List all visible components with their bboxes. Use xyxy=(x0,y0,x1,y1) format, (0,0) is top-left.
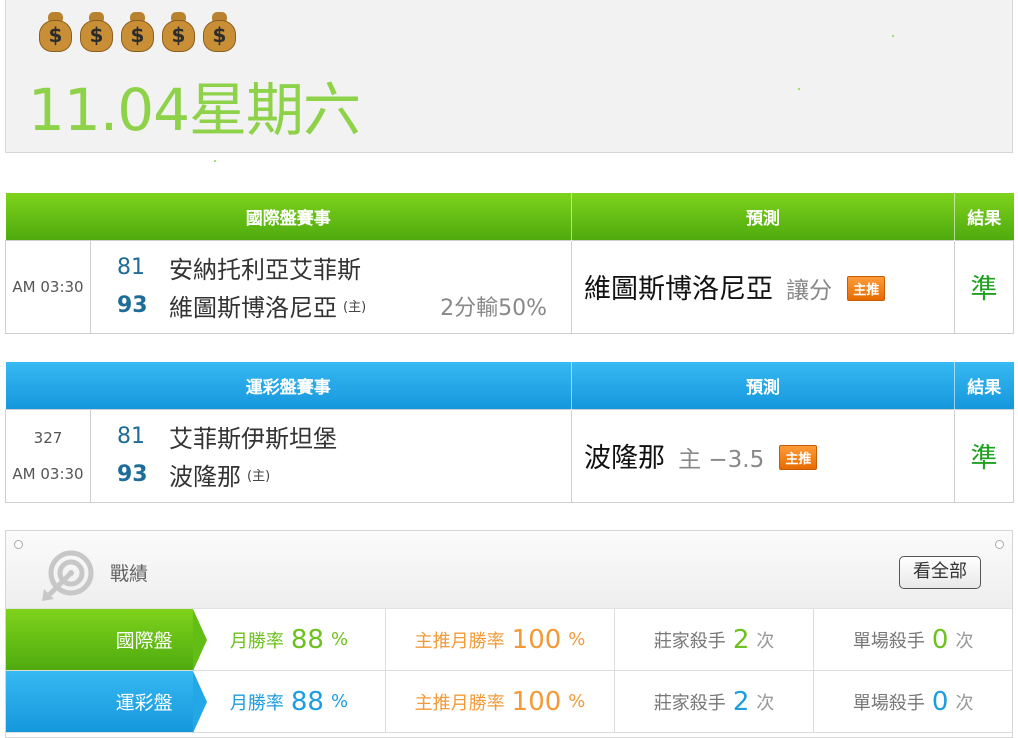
away-team: 安納托利亞艾菲斯 xyxy=(169,256,361,284)
international-match-table: 國際盤賽事 預測 結果 AM 03:30 81 安納托利亞艾菲斯 93 維圖斯博… xyxy=(5,193,1014,334)
pin-icon xyxy=(995,540,1004,549)
monthly-winrate: 月勝率 88 % xyxy=(229,624,349,655)
view-all-button[interactable]: 看全部 xyxy=(899,556,981,589)
prediction-team: 波隆那 xyxy=(584,443,665,474)
page-date: 11.04星期六 xyxy=(28,76,361,144)
recommend-badge: 主推 xyxy=(847,276,886,301)
odds-note: 2分輸50% xyxy=(440,295,547,321)
stat-row-international: 國際盤 月勝率 88 % 主推月勝率 100 % 莊家殺手 2 次 單場殺手 0… xyxy=(6,609,1012,671)
home-marker: (主) xyxy=(247,469,271,484)
sparkle-decoration xyxy=(214,160,216,162)
monthly-winrate: 月勝率 88 % xyxy=(229,686,349,717)
home-score: 93 xyxy=(117,293,148,318)
recommend-badge: 主推 xyxy=(779,445,818,470)
match-teams: 81 艾菲斯伊斯坦堡 93 波隆那 (主) xyxy=(90,408,572,503)
dealer-killer: 莊家殺手 2 次 xyxy=(613,609,814,670)
header-result: 結果 xyxy=(954,193,1014,240)
money-bag-icon: $ xyxy=(120,12,155,52)
result-status: 準 xyxy=(954,408,1014,503)
match-time: 327 AM 03:30 xyxy=(5,408,91,503)
match-code: 327 xyxy=(33,428,63,447)
header-match: 運彩盤賽事 xyxy=(5,362,572,409)
away-score: 81 xyxy=(117,424,145,449)
match-time: AM 03:30 xyxy=(5,239,91,334)
money-bag-rating: $ $ $ $ $ xyxy=(38,12,237,52)
date-header: $ $ $ $ $ 11.04星期六 xyxy=(5,0,1013,162)
prediction-cell: 維圖斯博洛尼亞 讓分 主推 xyxy=(571,239,955,334)
header-prediction: 預測 xyxy=(571,362,955,409)
main-pick-winrate: 主推月勝率 100 % xyxy=(385,609,614,670)
stat-row-label: 運彩盤 xyxy=(6,671,207,733)
prediction-type: 主 −3.5 xyxy=(678,447,765,473)
record-panel: 戰績 看全部 國際盤 月勝率 88 % 主推月勝率 100 % 莊家殺手 2 次… xyxy=(5,530,1013,738)
home-team: 維圖斯博洛尼亞 xyxy=(169,294,337,322)
home-team: 波隆那 xyxy=(169,463,241,491)
table-row[interactable]: 327 AM 03:30 81 艾菲斯伊斯坦堡 93 波隆那 (主) 波隆那 主… xyxy=(5,408,1014,503)
money-bag-icon: $ xyxy=(38,12,73,52)
single-game-killer: 單場殺手 0 次 xyxy=(813,609,1012,670)
prediction-cell: 波隆那 主 −3.5 主推 xyxy=(571,408,955,503)
result-status: 準 xyxy=(954,239,1014,334)
header-result: 結果 xyxy=(954,362,1014,409)
prediction-team: 維圖斯博洛尼亞 xyxy=(584,274,773,305)
pin-icon xyxy=(14,540,23,549)
home-score: 93 xyxy=(117,462,148,487)
header-prediction: 預測 xyxy=(571,193,955,240)
main-pick-winrate: 主推月勝率 100 % xyxy=(385,671,614,732)
stat-row-label: 國際盤 xyxy=(6,609,207,671)
sparkle-decoration xyxy=(892,35,894,37)
record-header: 戰績 看全部 xyxy=(6,531,1012,609)
money-bag-icon: $ xyxy=(161,12,196,52)
record-title: 戰績 xyxy=(110,563,149,585)
home-marker: (主) xyxy=(343,300,367,315)
away-score: 81 xyxy=(117,255,145,280)
stat-row-lottery: 運彩盤 月勝率 88 % 主推月勝率 100 % 莊家殺手 2 次 單場殺手 0… xyxy=(6,671,1012,733)
lottery-match-table: 運彩盤賽事 預測 結果 327 AM 03:30 81 艾菲斯伊斯坦堡 93 波… xyxy=(5,362,1014,503)
header-match: 國際盤賽事 xyxy=(5,193,572,240)
sparkle-decoration xyxy=(798,88,800,90)
prediction-type: 讓分 xyxy=(786,278,833,304)
single-game-killer: 單場殺手 0 次 xyxy=(813,671,1012,732)
money-bag-icon: $ xyxy=(202,12,237,52)
match-teams: 81 安納托利亞艾菲斯 93 維圖斯博洛尼亞 (主) 2分輸50% xyxy=(90,239,572,334)
away-team: 艾菲斯伊斯坦堡 xyxy=(169,425,337,453)
table-row[interactable]: AM 03:30 81 安納托利亞艾菲斯 93 維圖斯博洛尼亞 (主) 2分輸5… xyxy=(5,239,1014,334)
dealer-killer: 莊家殺手 2 次 xyxy=(613,671,814,732)
target-icon xyxy=(42,550,94,601)
money-bag-icon: $ xyxy=(79,12,114,52)
